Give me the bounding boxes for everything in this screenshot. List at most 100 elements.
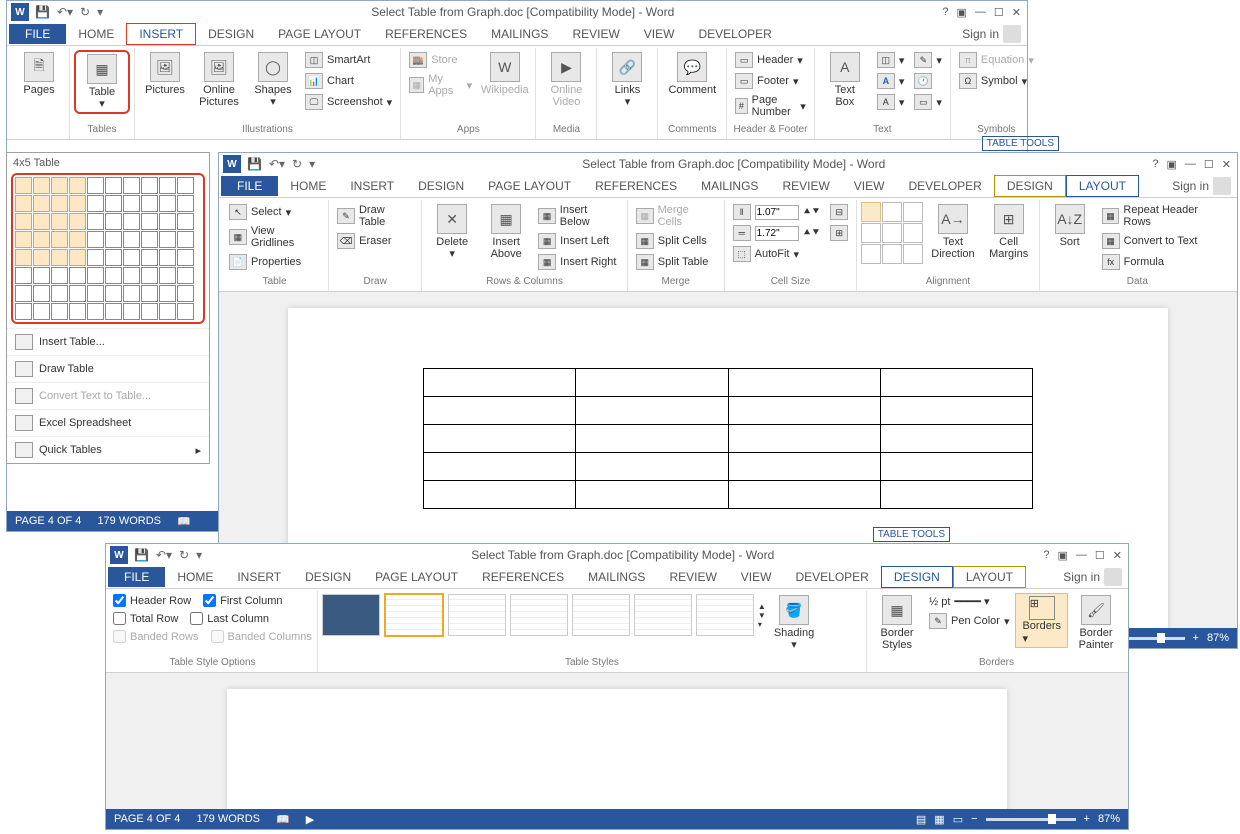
tab-design[interactable]: DESIGN — [406, 176, 476, 196]
delete-button[interactable]: ✕Delete▾ — [426, 202, 478, 262]
inserted-table[interactable] — [423, 368, 1033, 509]
help-icon[interactable]: ? — [942, 6, 948, 18]
page-status[interactable]: PAGE 4 OF 4 — [114, 813, 180, 825]
spelling-icon[interactable]: 📖 — [276, 813, 290, 826]
tab-table-layout[interactable]: LAYOUT — [1066, 175, 1139, 197]
help-icon[interactable]: ? — [1152, 158, 1158, 170]
minimize-icon[interactable]: — — [1076, 549, 1087, 561]
table-style-4[interactable] — [510, 594, 568, 636]
tab-view[interactable]: VIEW — [729, 567, 784, 587]
word-count[interactable]: 179 WORDS — [196, 813, 260, 825]
screenshot-button[interactable]: 🖵Screenshot ▾ — [301, 92, 396, 112]
properties-button[interactable]: 📄Properties — [225, 252, 324, 272]
word-count[interactable]: 179 WORDS — [97, 515, 161, 527]
align-row-1[interactable] — [861, 202, 923, 222]
col-width-input[interactable]: ═ ⯅⯆ — [729, 223, 825, 243]
minimize-icon[interactable]: — — [1185, 158, 1196, 170]
distribute-cols-button[interactable]: ⊞ — [826, 223, 852, 243]
tab-insert[interactable]: INSERT — [225, 567, 293, 587]
spelling-icon[interactable]: 📖 — [177, 515, 191, 528]
document-area[interactable] — [106, 673, 1128, 817]
table-style-5[interactable] — [572, 594, 630, 636]
pen-color-button[interactable]: ✎Pen Color ▾ — [925, 611, 1013, 631]
line-weight-select[interactable]: ½ pt ━━━━ ▾ — [925, 593, 1013, 610]
tab-table-design[interactable]: DESIGN — [994, 175, 1066, 197]
text-box-button[interactable]: AText Box — [819, 50, 871, 110]
tab-view[interactable]: VIEW — [632, 24, 687, 44]
tab-home[interactable]: HOME — [165, 567, 225, 587]
page-number-button[interactable]: #Page Number ▾ — [731, 92, 810, 120]
comment-button[interactable]: 💬Comment — [662, 50, 722, 98]
tab-review[interactable]: REVIEW — [657, 567, 728, 587]
zoom-level[interactable]: 87% — [1098, 813, 1120, 825]
table-style-2[interactable] — [384, 593, 444, 637]
macro-icon[interactable]: ▶ — [306, 813, 314, 826]
shading-button[interactable]: 🪣Shading▾ — [768, 593, 820, 653]
tab-developer[interactable]: DEVELOPER — [896, 176, 993, 196]
insert-right-button[interactable]: ▦Insert Right — [534, 252, 623, 272]
tab-references[interactable]: REFERENCES — [470, 567, 576, 587]
pictures-button[interactable]: 🖼Pictures — [139, 50, 191, 98]
zoom-slider[interactable] — [986, 818, 1076, 821]
zoom-level[interactable]: 87% — [1207, 632, 1229, 644]
drop-cap-button[interactable]: A▾ — [873, 92, 909, 112]
my-apps-button[interactable]: ▦My Apps ▾ — [405, 71, 476, 99]
tab-file[interactable]: FILE — [108, 567, 165, 587]
tab-home[interactable]: HOME — [66, 24, 126, 44]
quick-parts-button[interactable]: ◫▾ — [873, 50, 909, 70]
autofit-button[interactable]: ⬚AutoFit ▾ — [729, 244, 825, 264]
signature-button[interactable]: ✎▾ — [910, 50, 946, 70]
tab-page-layout[interactable]: PAGE LAYOUT — [266, 24, 373, 44]
tab-page-layout[interactable]: PAGE LAYOUT — [363, 567, 470, 587]
date-time-button[interactable]: 🕐 — [910, 71, 946, 91]
quick-tables-item[interactable]: Quick Tables▸ — [7, 436, 209, 463]
view-web-icon[interactable]: ▭ — [953, 813, 963, 826]
maximize-icon[interactable]: ☐ — [1204, 158, 1214, 171]
excel-spreadsheet-item[interactable]: Excel Spreadsheet — [7, 409, 209, 436]
table-style-1[interactable] — [322, 594, 380, 636]
shapes-button[interactable]: ◯Shapes▾ — [247, 50, 299, 110]
header-button[interactable]: ▭Header ▾ — [731, 50, 810, 70]
row-height-input[interactable]: ‖ ⯅⯆ — [729, 202, 825, 222]
object-button[interactable]: ▭▾ — [910, 92, 946, 112]
ribbon-options-icon[interactable]: ▣ — [957, 6, 967, 19]
align-row-3[interactable] — [861, 244, 923, 264]
zoom-in-icon[interactable]: + — [1084, 813, 1090, 825]
insert-table-item[interactable]: Insert Table... — [7, 328, 209, 355]
zoom-out-icon[interactable]: − — [971, 813, 977, 825]
table-style-3[interactable] — [448, 594, 506, 636]
cell-margins-button[interactable]: ⊞Cell Margins — [983, 202, 1035, 262]
sign-in[interactable]: Sign in — [962, 25, 1021, 43]
draw-table-button[interactable]: ✎Draw Table — [333, 202, 417, 230]
tab-references[interactable]: REFERENCES — [373, 24, 479, 44]
undo-icon[interactable]: ↶▾ — [269, 157, 285, 171]
formula-button[interactable]: fxFormula — [1098, 252, 1231, 272]
tab-review[interactable]: REVIEW — [560, 24, 631, 44]
header-row-check[interactable]: Header Row — [112, 593, 192, 608]
table-style-7[interactable] — [696, 594, 754, 636]
align-row-2[interactable] — [861, 223, 923, 243]
sign-in[interactable]: Sign in — [1063, 568, 1122, 586]
links-button[interactable]: 🔗Links▾ — [601, 50, 653, 110]
ribbon-options-icon[interactable]: ▣ — [1167, 158, 1177, 171]
wordart-button[interactable]: A▾ — [873, 71, 909, 91]
tab-table-design[interactable]: DESIGN — [881, 566, 953, 588]
chart-button[interactable]: 📊Chart — [301, 71, 396, 91]
tab-references[interactable]: REFERENCES — [583, 176, 689, 196]
distribute-rows-button[interactable]: ⊟ — [826, 202, 852, 222]
maximize-icon[interactable]: ☐ — [994, 6, 1004, 19]
insert-below-button[interactable]: ▦Insert Below — [534, 202, 623, 230]
tab-view[interactable]: VIEW — [842, 176, 897, 196]
redo-icon[interactable]: ↻ — [80, 5, 90, 19]
tab-developer[interactable]: DEVELOPER — [783, 567, 880, 587]
pages-button[interactable]: 🗎Pages — [13, 50, 65, 98]
ribbon-options-icon[interactable]: ▣ — [1058, 549, 1068, 562]
equation-button[interactable]: πEquation ▾ — [955, 50, 1038, 70]
total-row-check[interactable]: Total Row — [112, 611, 179, 626]
tab-design[interactable]: DESIGN — [293, 567, 363, 587]
online-pictures-button[interactable]: 🖼Online Pictures — [193, 50, 245, 110]
save-icon[interactable]: 💾 — [134, 548, 149, 562]
wikipedia-button[interactable]: WWikipedia — [478, 50, 531, 98]
view-gridlines-button[interactable]: ▦View Gridlines — [225, 223, 324, 251]
tab-developer[interactable]: DEVELOPER — [686, 24, 783, 44]
